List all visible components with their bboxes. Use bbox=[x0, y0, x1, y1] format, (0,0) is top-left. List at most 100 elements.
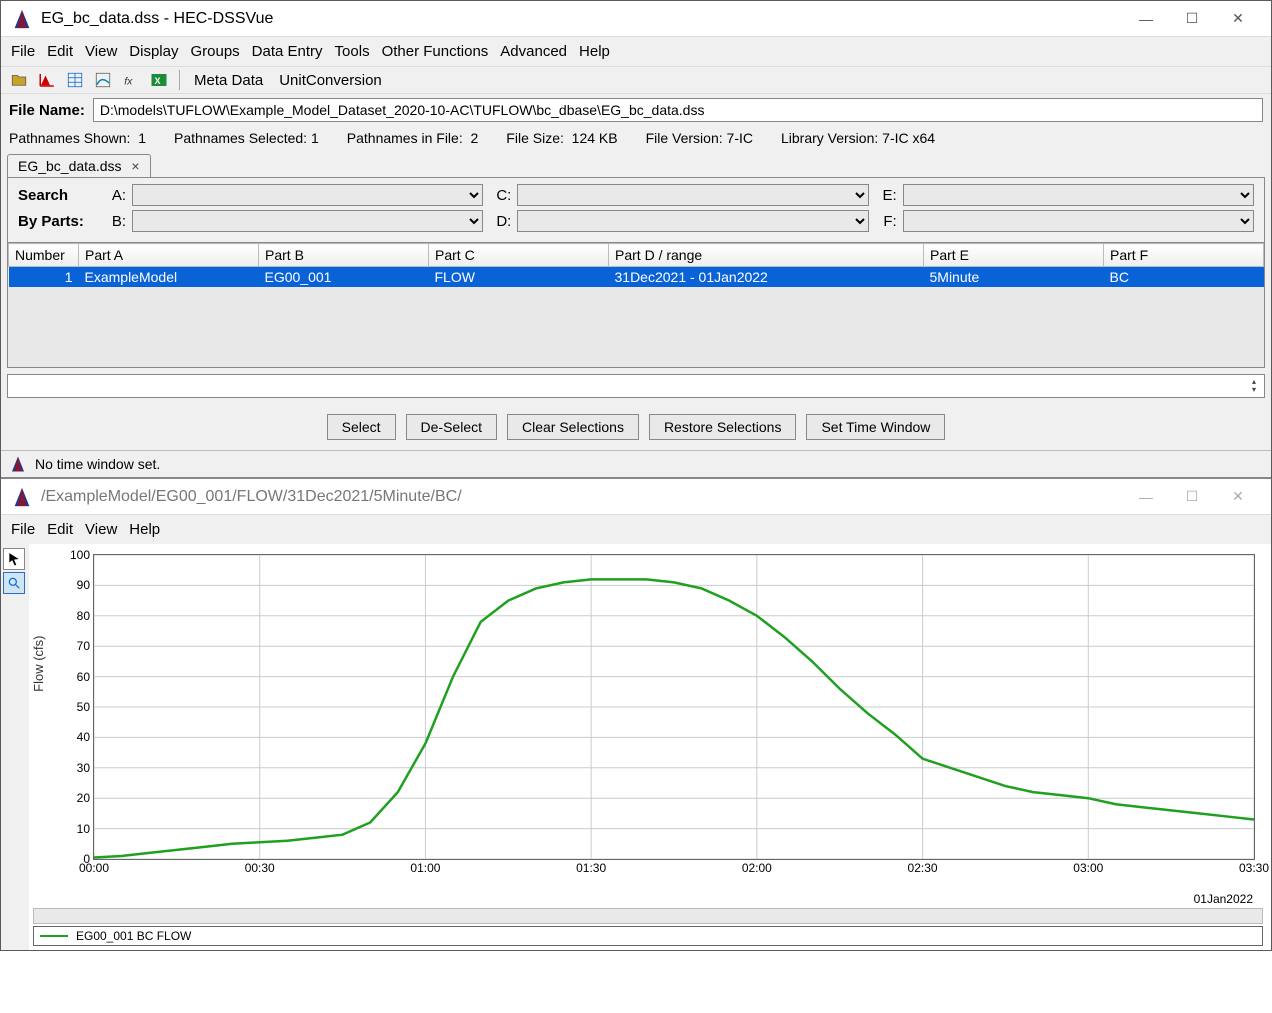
tabbar: EG_bc_data.dss × bbox=[1, 154, 1271, 177]
legend-swatch-icon bbox=[40, 935, 68, 937]
chart-menu-file[interactable]: File bbox=[7, 519, 39, 540]
shown-value: 1 bbox=[138, 130, 146, 146]
col-part-a[interactable]: Part A bbox=[79, 244, 259, 267]
zoom-tool-icon[interactable] bbox=[3, 572, 25, 594]
menu-groups[interactable]: Groups bbox=[186, 41, 243, 62]
chart-minimize-button[interactable]: — bbox=[1123, 482, 1169, 512]
menu-edit[interactable]: Edit bbox=[43, 41, 77, 62]
restore-selections-button[interactable]: Restore Selections bbox=[649, 414, 797, 440]
clear-selections-button[interactable]: Clear Selections bbox=[507, 414, 639, 440]
unitconversion-button[interactable]: UnitConversion bbox=[273, 72, 388, 89]
titlebar: EG_bc_data.dss - HEC-DSSVue — ☐ ✕ bbox=[1, 1, 1271, 37]
part-e-select[interactable] bbox=[903, 184, 1254, 206]
cell-part-f: BC bbox=[1104, 267, 1264, 288]
part-d-select[interactable] bbox=[517, 210, 868, 232]
svg-text:fx: fx bbox=[124, 76, 133, 88]
app-logo-icon bbox=[11, 8, 33, 30]
byparts-label: By Parts: bbox=[18, 213, 98, 230]
pointer-tool-icon[interactable] bbox=[3, 548, 25, 570]
chart-window: /ExampleModel/EG00_001/FLOW/31Dec2021/5M… bbox=[1, 477, 1271, 950]
fver-label: File Version: bbox=[646, 130, 723, 146]
chart-menu-help[interactable]: Help bbox=[125, 519, 164, 540]
status-row: Pathnames Shown: 1 Pathnames Selected: 1… bbox=[1, 126, 1271, 154]
part-b-label: B: bbox=[104, 213, 126, 230]
infile-label: Pathnames in File: bbox=[347, 130, 463, 146]
cell-part-b: EG00_001 bbox=[259, 267, 429, 288]
date-footer: 01Jan2022 bbox=[33, 890, 1263, 906]
lver-label: Library Version: bbox=[781, 130, 878, 146]
chart-tool-palette bbox=[1, 544, 29, 950]
chart-title: /ExampleModel/EG00_001/FLOW/31Dec2021/5M… bbox=[41, 488, 462, 506]
minimize-button[interactable]: — bbox=[1123, 4, 1169, 34]
cell-part-c: FLOW bbox=[429, 267, 609, 288]
legend-label: EG00_001 BC FLOW bbox=[76, 929, 191, 943]
size-value: 124 KB bbox=[572, 130, 618, 146]
cell-part-e: 5Minute bbox=[924, 267, 1104, 288]
col-part-d[interactable]: Part D / range bbox=[609, 244, 924, 267]
file-label: File Name: bbox=[9, 102, 85, 119]
col-part-c[interactable]: Part C bbox=[429, 244, 609, 267]
action-buttons: Select De-Select Clear Selections Restor… bbox=[1, 404, 1271, 450]
close-button[interactable]: ✕ bbox=[1215, 4, 1261, 34]
plot-icon[interactable] bbox=[35, 69, 59, 91]
menu-other-functions[interactable]: Other Functions bbox=[378, 41, 493, 62]
part-c-select[interactable] bbox=[517, 184, 868, 206]
chart-menu-edit[interactable]: Edit bbox=[43, 519, 77, 540]
part-f-label: F: bbox=[875, 213, 897, 230]
tab-close-icon[interactable]: × bbox=[131, 158, 139, 174]
excel-icon[interactable]: X bbox=[147, 69, 171, 91]
metadata-button[interactable]: Meta Data bbox=[188, 72, 269, 89]
chart-maximize-button[interactable]: ☐ bbox=[1169, 482, 1215, 512]
toolbar: fx X Meta Data UnitConversion bbox=[1, 66, 1271, 94]
file-path-input[interactable] bbox=[93, 98, 1263, 122]
spinner-icon[interactable]: ▴▾ bbox=[1246, 378, 1262, 394]
open-icon[interactable] bbox=[7, 69, 31, 91]
toolbar-separator bbox=[179, 70, 180, 90]
search-panel: Search A: C: E: By Parts: B: D: F: bbox=[7, 177, 1265, 243]
deselect-button[interactable]: De-Select bbox=[406, 414, 497, 440]
status-bar: No time window set. bbox=[1, 450, 1271, 477]
tabulate-icon[interactable] bbox=[63, 69, 87, 91]
file-tab[interactable]: EG_bc_data.dss × bbox=[7, 154, 151, 177]
menu-file[interactable]: File bbox=[7, 41, 39, 62]
part-a-select[interactable] bbox=[132, 184, 483, 206]
chart-legend: EG00_001 BC FLOW bbox=[33, 926, 1263, 946]
menu-help[interactable]: Help bbox=[575, 41, 614, 62]
maximize-button[interactable]: ☐ bbox=[1169, 4, 1215, 34]
set-time-window-button[interactable]: Set Time Window bbox=[806, 414, 945, 440]
selection-list[interactable]: ▴▾ bbox=[7, 374, 1265, 398]
table-empty-area bbox=[8, 287, 1264, 367]
function-icon[interactable]: fx bbox=[119, 69, 143, 91]
part-a-label: A: bbox=[104, 187, 126, 204]
chart-close-button[interactable]: ✕ bbox=[1215, 482, 1261, 512]
cell-number: 1 bbox=[9, 267, 79, 288]
col-number[interactable]: Number bbox=[9, 244, 79, 267]
table-row[interactable]: 1 ExampleModel EG00_001 FLOW 31Dec2021 -… bbox=[9, 267, 1264, 288]
svg-text:X: X bbox=[155, 76, 161, 86]
menu-data-entry[interactable]: Data Entry bbox=[248, 41, 327, 62]
size-label: File Size: bbox=[506, 130, 564, 146]
col-part-b[interactable]: Part B bbox=[259, 244, 429, 267]
chart-scrollbar[interactable] bbox=[33, 908, 1263, 924]
fver-value: 7-IC bbox=[727, 130, 753, 146]
chart-logo-icon bbox=[11, 486, 33, 508]
chart-menu-view[interactable]: View bbox=[81, 519, 121, 540]
plot-canvas[interactable]: 010203040506070809010000:0000:3001:0001:… bbox=[93, 554, 1255, 860]
records-table[interactable]: Number Part A Part B Part C Part D / ran… bbox=[8, 243, 1264, 287]
selected-value: 1 bbox=[311, 130, 319, 146]
col-part-f[interactable]: Part F bbox=[1104, 244, 1264, 267]
menu-advanced[interactable]: Advanced bbox=[496, 41, 571, 62]
col-part-e[interactable]: Part E bbox=[924, 244, 1104, 267]
select-button[interactable]: Select bbox=[327, 414, 396, 440]
graphics-icon[interactable] bbox=[91, 69, 115, 91]
menu-tools[interactable]: Tools bbox=[331, 41, 374, 62]
menu-display[interactable]: Display bbox=[125, 41, 182, 62]
part-b-select[interactable] bbox=[132, 210, 483, 232]
file-row: File Name: bbox=[1, 94, 1271, 126]
part-f-select[interactable] bbox=[903, 210, 1254, 232]
chart-area: Flow (cfs) 010203040506070809010000:0000… bbox=[29, 544, 1271, 950]
part-c-label: C: bbox=[489, 187, 511, 204]
main-window: EG_bc_data.dss - HEC-DSSVue — ☐ ✕ File E… bbox=[0, 0, 1272, 951]
records-table-wrap: Number Part A Part B Part C Part D / ran… bbox=[7, 243, 1265, 368]
menu-view[interactable]: View bbox=[81, 41, 121, 62]
